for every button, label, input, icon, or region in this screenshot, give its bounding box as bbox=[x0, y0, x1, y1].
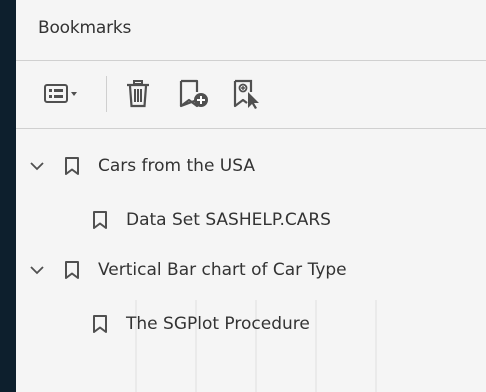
options-menu-button[interactable] bbox=[36, 78, 90, 110]
bookmark-label: Data Set SASHELP.CARS bbox=[126, 210, 331, 230]
app-window: Bookmarks Cars from the USA Data Set SAS… bbox=[0, 0, 486, 392]
add-bookmark-icon bbox=[179, 79, 208, 108]
bookmark-item-vertical-bar[interactable]: Vertical Bar chart of Car Type bbox=[16, 250, 486, 290]
panel-title: Bookmarks bbox=[38, 18, 132, 38]
header-divider bbox=[16, 60, 486, 61]
bookmarks-toolbar bbox=[16, 62, 486, 126]
bookmark-icon bbox=[93, 211, 107, 229]
delete-bookmark-button[interactable] bbox=[120, 78, 156, 110]
toolbar-divider bbox=[16, 128, 486, 129]
chevron-down-icon[interactable] bbox=[28, 261, 46, 279]
bookmark-label: Vertical Bar chart of Car Type bbox=[98, 260, 347, 280]
bookmark-icon bbox=[65, 157, 79, 175]
bookmark-label: Cars from the USA bbox=[98, 156, 255, 176]
toolbar-separator bbox=[106, 76, 107, 112]
bookmarks-panel: Bookmarks Cars from the USA Data Set SAS… bbox=[16, 0, 486, 392]
trash-icon bbox=[127, 80, 149, 108]
bookmark-icon bbox=[93, 315, 107, 333]
bookmark-item-sgplot[interactable]: The SGPlot Procedure bbox=[16, 304, 486, 344]
bookmark-structure-button[interactable] bbox=[228, 78, 268, 110]
new-bookmark-button[interactable] bbox=[174, 78, 214, 110]
list-options-icon bbox=[44, 84, 77, 103]
bookmark-structure-icon bbox=[233, 79, 259, 109]
bookmark-item-data-set[interactable]: Data Set SASHELP.CARS bbox=[16, 200, 486, 240]
bookmark-icon bbox=[65, 261, 79, 279]
bookmark-item-cars-usa[interactable]: Cars from the USA bbox=[16, 146, 486, 186]
chevron-down-icon bbox=[71, 92, 77, 96]
chevron-down-icon[interactable] bbox=[28, 157, 46, 175]
bookmark-label: The SGPlot Procedure bbox=[126, 314, 310, 334]
